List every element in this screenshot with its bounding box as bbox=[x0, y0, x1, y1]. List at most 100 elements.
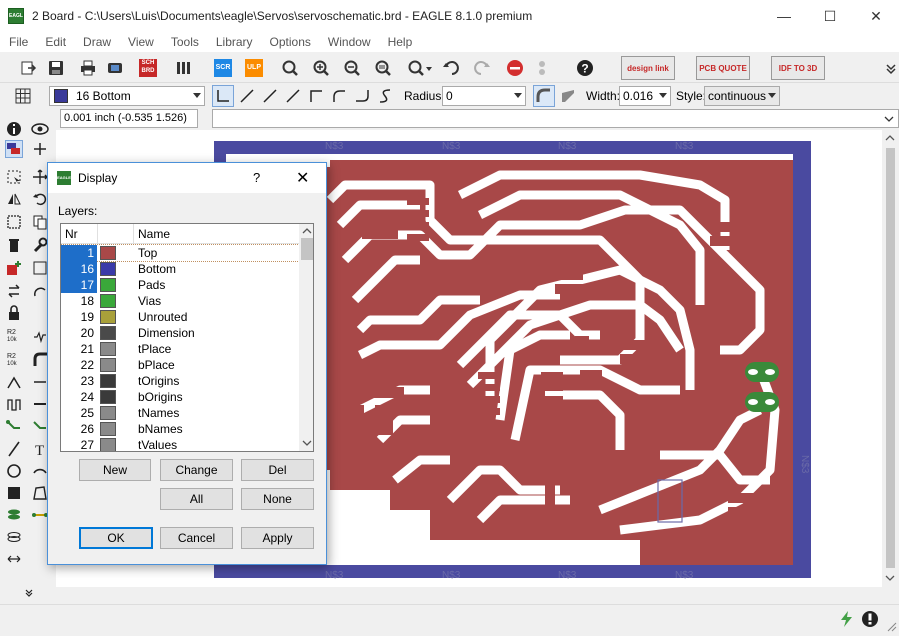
idf-to-3d-button[interactable]: IDF TO 3D bbox=[771, 56, 825, 80]
vertical-scrollbar[interactable] bbox=[882, 130, 899, 587]
scroll-up-icon[interactable] bbox=[885, 134, 895, 142]
menu-help[interactable]: Help bbox=[379, 35, 421, 49]
palette-expand-icon[interactable] bbox=[20, 584, 38, 602]
mirror-icon[interactable] bbox=[5, 190, 23, 208]
layer-row[interactable]: 18 Vias bbox=[61, 293, 299, 309]
layer-row[interactable]: 25 tNames bbox=[61, 405, 299, 421]
layer-row[interactable]: 22 bPlace bbox=[61, 357, 299, 373]
route-icon[interactable] bbox=[5, 417, 23, 435]
hole-icon[interactable] bbox=[5, 528, 23, 546]
menu-draw[interactable]: Draw bbox=[74, 35, 119, 49]
width-input[interactable]: 0.016 bbox=[619, 86, 671, 106]
bend-corner-icon[interactable] bbox=[305, 85, 327, 107]
sch-brd-switch-button[interactable]: SCH BRD bbox=[137, 57, 159, 79]
design-link-button[interactable]: design link bbox=[621, 56, 675, 80]
layer-row[interactable]: 17 Pads bbox=[61, 277, 299, 293]
smash-icon[interactable]: R2 10k bbox=[5, 350, 23, 368]
dialog-close-button[interactable]: ✕ bbox=[296, 168, 309, 188]
toolbar-overflow-icon[interactable] bbox=[880, 57, 899, 79]
round-end-icon[interactable] bbox=[533, 85, 555, 107]
info-icon[interactable] bbox=[5, 120, 23, 138]
eye-icon[interactable] bbox=[31, 120, 49, 138]
bend-arc-icon[interactable] bbox=[328, 85, 350, 107]
layers-list[interactable]: Nr Name 1 Top 16 Bottom 17 Pads 18 Vias 19 Unrout… bbox=[60, 223, 314, 452]
swap-icon[interactable] bbox=[5, 282, 23, 300]
bend-45b-icon[interactable] bbox=[259, 85, 281, 107]
meander-icon[interactable] bbox=[5, 395, 23, 413]
column-nr[interactable]: Nr bbox=[65, 227, 78, 241]
library-icon[interactable] bbox=[173, 57, 195, 79]
zoom-in-icon[interactable] bbox=[310, 57, 332, 79]
layer-row[interactable]: 16 Bottom bbox=[61, 261, 299, 277]
menu-library[interactable]: Library bbox=[207, 35, 261, 49]
dialog-help-button[interactable]: ? bbox=[253, 170, 260, 185]
apply-button[interactable]: Apply bbox=[241, 527, 314, 549]
new-button[interactable]: New bbox=[79, 459, 151, 481]
zoom-out-icon[interactable] bbox=[341, 57, 363, 79]
bend-arc2-icon[interactable] bbox=[351, 85, 373, 107]
layers-list-scrollbar[interactable] bbox=[299, 224, 313, 451]
bend-45-icon[interactable] bbox=[236, 85, 258, 107]
layer-row[interactable]: 19 Unrouted bbox=[61, 309, 299, 325]
group-icon[interactable] bbox=[5, 213, 23, 231]
redo-icon[interactable] bbox=[471, 57, 493, 79]
delete-icon[interactable] bbox=[5, 236, 23, 254]
circle-icon[interactable] bbox=[5, 462, 23, 480]
style-select[interactable]: continuous bbox=[704, 86, 780, 106]
save-icon[interactable] bbox=[45, 57, 67, 79]
scrollbar-thumb[interactable] bbox=[301, 238, 313, 260]
pcb-quote-button[interactable]: PCB QUOTE bbox=[696, 56, 750, 80]
close-button[interactable]: ✕ bbox=[853, 0, 899, 32]
line-icon[interactable] bbox=[5, 440, 23, 458]
cancel-button[interactable]: Cancel bbox=[160, 527, 233, 549]
display-layers-icon[interactable] bbox=[5, 140, 23, 158]
change-button[interactable]: Change bbox=[160, 459, 233, 481]
ulp-button[interactable]: ULP bbox=[243, 57, 265, 79]
none-button[interactable]: None bbox=[241, 488, 314, 510]
menu-window[interactable]: Window bbox=[319, 35, 379, 49]
layer-row[interactable]: 20 Dimension bbox=[61, 325, 299, 341]
minimize-button[interactable]: — bbox=[761, 0, 807, 32]
command-line-input[interactable] bbox=[212, 109, 899, 128]
split-icon[interactable] bbox=[5, 373, 23, 391]
bend-free-icon[interactable] bbox=[282, 85, 304, 107]
layer-row[interactable]: 21 tPlace bbox=[61, 341, 299, 357]
scroll-up-icon[interactable] bbox=[302, 227, 312, 235]
column-name[interactable]: Name bbox=[138, 227, 170, 241]
layer-row[interactable]: 23 tOrigins bbox=[61, 373, 299, 389]
rectangle-icon[interactable] bbox=[5, 484, 23, 502]
via-icon[interactable] bbox=[5, 506, 23, 524]
layer-row[interactable]: 26 bNames bbox=[61, 421, 299, 437]
menu-edit[interactable]: Edit bbox=[36, 35, 74, 49]
bend-90-icon[interactable] bbox=[212, 85, 234, 107]
select-arrow-icon[interactable] bbox=[5, 168, 23, 186]
go-icon[interactable] bbox=[531, 57, 553, 79]
menu-options[interactable]: Options bbox=[261, 35, 319, 49]
all-button[interactable]: All bbox=[160, 488, 233, 510]
zoom-fit-icon[interactable] bbox=[279, 57, 301, 79]
layer-select[interactable]: 16 Bottom bbox=[49, 86, 205, 106]
layer-row[interactable]: 24 bOrigins bbox=[61, 389, 299, 405]
mark-icon[interactable] bbox=[31, 140, 49, 158]
lightning-icon[interactable] bbox=[838, 610, 856, 631]
scroll-down-icon[interactable] bbox=[302, 439, 312, 447]
script-button[interactable]: SCR bbox=[212, 57, 234, 79]
help-icon[interactable]: ? bbox=[574, 57, 596, 79]
cam-icon[interactable] bbox=[104, 57, 126, 79]
menu-file[interactable]: File bbox=[0, 35, 36, 49]
lock-icon[interactable] bbox=[5, 304, 23, 322]
scrollbar-thumb[interactable] bbox=[886, 148, 895, 568]
grid-icon[interactable] bbox=[12, 85, 34, 107]
flat-end-icon[interactable] bbox=[557, 85, 579, 107]
dimension-icon[interactable] bbox=[5, 550, 23, 568]
zoom-select-icon[interactable] bbox=[405, 57, 435, 79]
name-r2-icon[interactable]: R2 10k bbox=[5, 326, 23, 344]
open-icon[interactable] bbox=[18, 57, 40, 79]
radius-input[interactable]: 0 bbox=[442, 86, 526, 106]
scroll-down-icon[interactable] bbox=[885, 574, 895, 582]
undo-icon[interactable] bbox=[440, 57, 462, 79]
maximize-button[interactable]: ☐ bbox=[807, 0, 853, 32]
del-button[interactable]: Del bbox=[241, 459, 314, 481]
bend-curve-icon[interactable] bbox=[374, 85, 396, 107]
ok-button[interactable]: OK bbox=[79, 527, 153, 549]
